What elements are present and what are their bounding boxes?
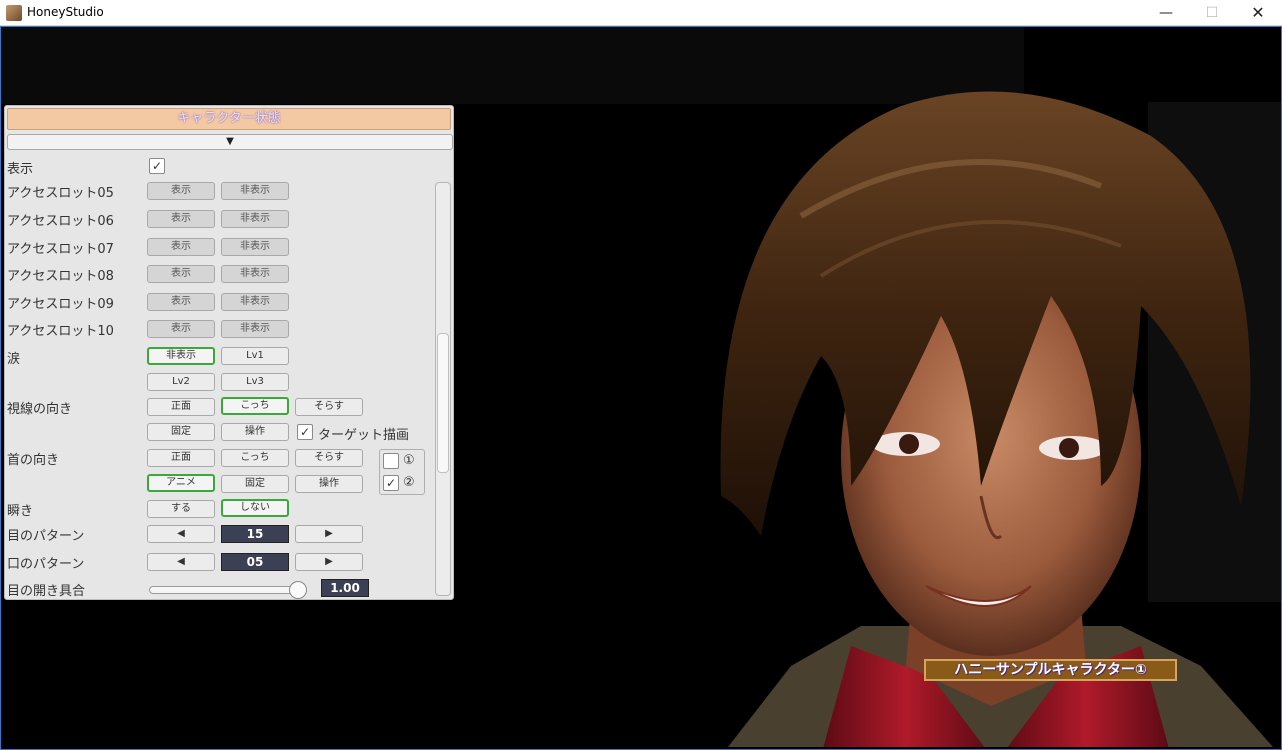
tears-lv1-button[interactable]: Lv1 [221, 347, 289, 365]
gaze-avert-button[interactable]: そらす [295, 398, 363, 416]
neck-front-button[interactable]: 正面 [147, 449, 215, 467]
eye-open-slider[interactable] [149, 586, 307, 594]
eye-open-slider-handle[interactable] [289, 581, 307, 599]
slot-hide-button[interactable]: 非表示 [221, 182, 289, 200]
neck-label: 首の向き [7, 453, 60, 468]
character-state-panel: キャラクター状態 ▼ 表示 ✓ アクセスロット05 表示 非表示 アクセスロット… [4, 105, 454, 600]
eye-pattern-label: 目のパターン [7, 529, 85, 544]
tears-lv3-button[interactable]: Lv3 [221, 373, 289, 391]
maximize-button[interactable]: ☐ [1189, 0, 1235, 26]
neck-anime-button[interactable]: アニメ [147, 474, 215, 492]
collapse-button[interactable]: ▼ [7, 134, 453, 150]
slot-show-button[interactable]: 表示 [147, 320, 215, 338]
eye-pattern-value[interactable]: 15 [221, 525, 289, 543]
slot-label: アクセスロット09 [7, 297, 114, 312]
slot-label: アクセスロット07 [7, 242, 114, 257]
slot-label: アクセスロット06 [7, 214, 114, 229]
neck-option2-label: ② [403, 475, 415, 490]
blink-off-button[interactable]: しない [221, 499, 289, 517]
eye-open-label: 目の開き具合 [7, 584, 86, 599]
slot-show-button[interactable]: 表示 [147, 265, 215, 283]
neck-fixed-button[interactable]: 固定 [221, 475, 289, 493]
slot-hide-button[interactable]: 非表示 [221, 293, 289, 311]
gaze-label: 視線の向き [7, 402, 73, 417]
eye-pattern-prev-button[interactable]: ◀ [147, 525, 215, 543]
tears-label: 涙 [7, 352, 21, 367]
slot-hide-button[interactable]: 非表示 [221, 238, 289, 256]
neck-option2-checkbox[interactable]: ✓ [383, 475, 399, 491]
minimize-button[interactable]: — [1143, 0, 1189, 26]
target-draw-label: ターゲット描画 [318, 428, 410, 443]
neck-option1-label: ① [403, 453, 415, 468]
slot-label: アクセスロット05 [7, 186, 114, 201]
character-name-tag: ハニーサンプルキャラクター① [924, 659, 1177, 681]
gaze-fixed-button[interactable]: 固定 [147, 423, 215, 441]
display-checkbox[interactable]: ✓ [149, 158, 165, 174]
neck-option1-checkbox[interactable] [383, 453, 399, 469]
mouth-pattern-next-button[interactable]: ▶ [295, 553, 363, 571]
neck-camera-button[interactable]: こっち [221, 449, 289, 467]
panel-title[interactable]: キャラクター状態 [7, 108, 451, 130]
slot-show-button[interactable]: 表示 [147, 182, 215, 200]
mouth-pattern-prev-button[interactable]: ◀ [147, 553, 215, 571]
blink-label: 瞬き [7, 504, 34, 519]
blink-on-button[interactable]: する [147, 500, 215, 518]
display-label: 表示 [7, 162, 34, 177]
mouth-pattern-value[interactable]: 05 [221, 553, 289, 571]
close-button[interactable]: ✕ [1235, 0, 1281, 26]
scrollbar-thumb[interactable] [437, 333, 449, 473]
slot-hide-button[interactable]: 非表示 [221, 320, 289, 338]
mouth-pattern-label: 口のパターン [7, 557, 85, 572]
panel-scrollbar[interactable] [435, 182, 451, 596]
eye-pattern-next-button[interactable]: ▶ [295, 525, 363, 543]
neck-avert-button[interactable]: そらす [295, 449, 363, 467]
slot-label: アクセスロット08 [7, 269, 114, 284]
slot-show-button[interactable]: 表示 [147, 238, 215, 256]
slot-label: アクセスロット10 [7, 324, 114, 339]
window-title-bar: HoneyStudio — ☐ ✕ [0, 0, 1282, 26]
tears-lv2-button[interactable]: Lv2 [147, 373, 215, 391]
gaze-front-button[interactable]: 正面 [147, 398, 215, 416]
neck-control-button[interactable]: 操作 [295, 475, 363, 493]
target-draw-checkbox[interactable]: ✓ [297, 424, 313, 440]
app-icon [6, 5, 22, 21]
slot-show-button[interactable]: 表示 [147, 293, 215, 311]
slot-hide-button[interactable]: 非表示 [221, 210, 289, 228]
slot-hide-button[interactable]: 非表示 [221, 265, 289, 283]
window-title: HoneyStudio [27, 5, 104, 19]
tears-hide-button[interactable]: 非表示 [147, 347, 215, 365]
slot-show-button[interactable]: 表示 [147, 210, 215, 228]
eye-open-value[interactable]: 1.00 [321, 579, 369, 597]
gaze-control-button[interactable]: 操作 [221, 423, 289, 441]
character-model[interactable] [701, 66, 1281, 747]
gaze-camera-button[interactable]: こっち [221, 397, 289, 415]
